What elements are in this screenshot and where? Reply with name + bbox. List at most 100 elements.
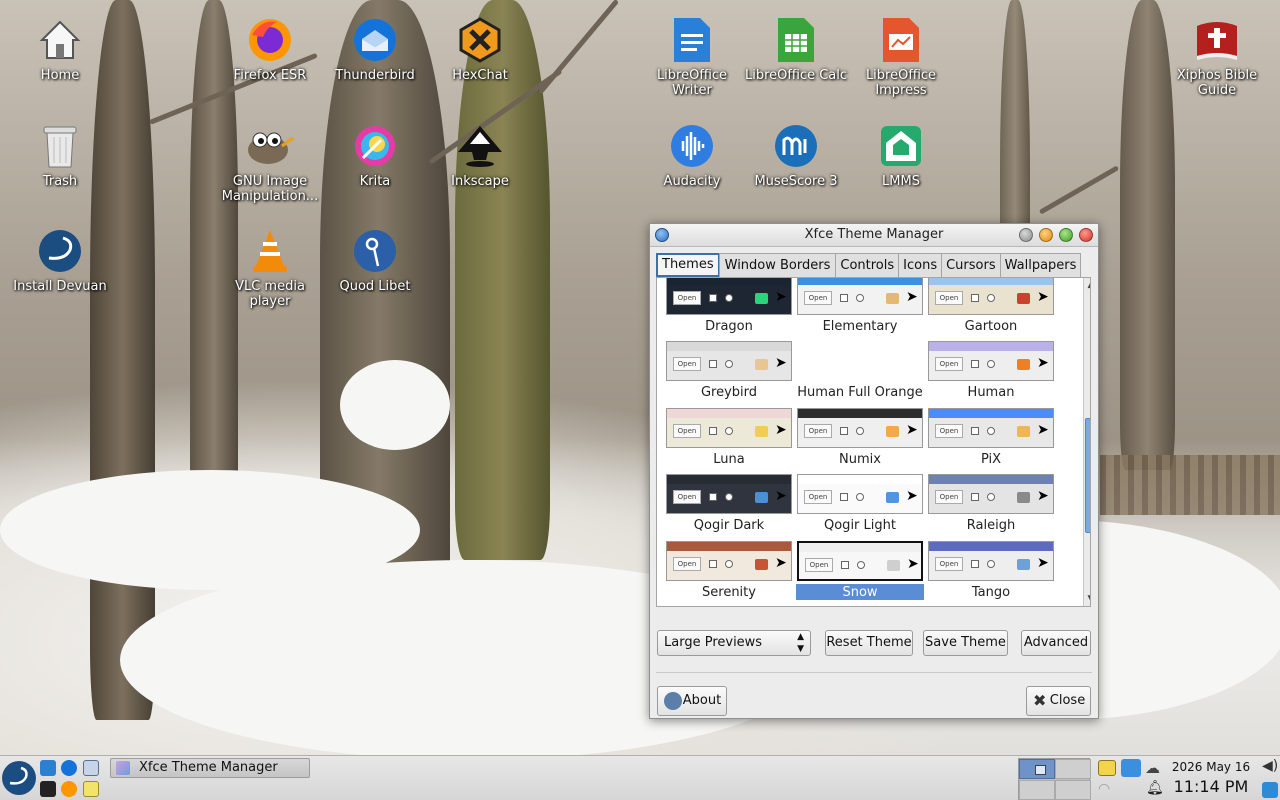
workspace-3[interactable] — [1019, 780, 1055, 800]
weather-tray-icon[interactable]: ☁ — [1145, 759, 1160, 777]
workspace-4[interactable] — [1055, 780, 1091, 800]
preview-radio — [857, 561, 865, 569]
editor-launcher-icon[interactable] — [83, 781, 99, 797]
desktop-icon-libreoffice-impress[interactable]: LibreOffice Impress — [849, 16, 953, 98]
preview-pointer-icon: ➤ — [906, 289, 918, 305]
tab-cursors[interactable]: Cursors — [941, 253, 1001, 277]
theme-name-label: PiX — [980, 452, 1002, 467]
theme-dragon[interactable]: Open ➤ Dragon — [665, 278, 793, 341]
desktop-icon-quodlibet[interactable]: Quod Libet — [323, 227, 427, 294]
desktop-icon-libreoffice-writer[interactable]: LibreOffice Writer — [640, 16, 744, 98]
preview-radio — [725, 294, 733, 302]
clock-label[interactable]: 11:14 PM — [1165, 777, 1257, 796]
preview-checkbox — [971, 360, 979, 368]
theme-serenity[interactable]: Open ➤ Serenity — [665, 541, 793, 606]
desktop-icon-firefox[interactable]: Firefox ESR — [218, 16, 322, 83]
theme-name-label: Dragon — [705, 319, 753, 334]
save-theme-button[interactable]: Save Theme — [923, 630, 1008, 656]
theme-name-label: Human Full Orange — [797, 385, 923, 400]
show-desktop-icon[interactable] — [1262, 782, 1278, 798]
vlc-icon — [246, 227, 294, 275]
volume-icon[interactable]: ◀) — [1262, 758, 1278, 774]
preview-radio — [725, 360, 733, 368]
date-label[interactable]: 2026 May 16 — [1165, 760, 1257, 774]
theme-snow[interactable]: Open ➤ Snow — [796, 541, 924, 606]
preview-open-button: Open — [804, 424, 832, 438]
theme-qogir-light[interactable]: Open ➤ Qogir Light — [796, 474, 924, 540]
about-button[interactable]: About — [657, 686, 727, 716]
preview-radio — [856, 493, 864, 501]
desktop-icon-thunderbird[interactable]: Thunderbird — [323, 16, 427, 83]
window-titlebar[interactable]: Xfce Theme Manager — [650, 224, 1098, 247]
tab-window-borders[interactable]: Window Borders — [718, 253, 837, 277]
file-manager-launcher-icon[interactable] — [40, 760, 56, 776]
workspace-1[interactable] — [1019, 759, 1055, 779]
preview-pointer-icon: ➤ — [1037, 355, 1049, 371]
preview-pointer-icon: ➤ — [1037, 488, 1049, 504]
tab-themes[interactable]: Themes — [656, 253, 720, 277]
firefox-icon — [246, 16, 294, 64]
desktop-icon-xiphos[interactable]: Xiphos Bible Guide — [1165, 16, 1269, 98]
theme-elementary[interactable]: Open ➤ Elementary — [796, 278, 924, 341]
terminal-launcher-icon[interactable] — [40, 781, 56, 797]
theme-human-full-orange[interactable]: Human Full Orange — [796, 341, 924, 407]
workspace-2[interactable] — [1055, 759, 1091, 779]
desktop-icon-krita[interactable]: Krita — [323, 122, 427, 189]
scroll-up-arrow[interactable]: ▲ — [1084, 278, 1090, 292]
vertical-scrollbar[interactable]: ▲ ▼ — [1083, 278, 1090, 606]
scrollbar-thumb[interactable] — [1085, 418, 1090, 533]
desktop-icon-hexchat[interactable]: HexChat — [428, 16, 532, 83]
preview-pointer-icon: ➤ — [775, 488, 787, 504]
workspace-switcher[interactable] — [1018, 758, 1091, 800]
maximize-button[interactable] — [1059, 228, 1073, 242]
advanced-button[interactable]: Advanced — [1021, 630, 1091, 656]
thunderbird-launcher-icon[interactable] — [61, 760, 77, 776]
shade-button[interactable] — [1019, 228, 1033, 242]
preview-folder-icon — [755, 559, 768, 570]
theme-luna[interactable]: Open ➤ Luna — [665, 408, 793, 474]
reset-theme-button[interactable]: Reset Theme — [825, 630, 913, 656]
desktop-icon-lmms[interactable]: LMMS — [849, 122, 953, 189]
close-icon: ✖ — [1033, 691, 1047, 710]
scroll-down-arrow[interactable]: ▼ — [1084, 592, 1090, 606]
theme-tango[interactable]: Open ➤ Tango — [927, 541, 1055, 606]
tab-icons[interactable]: Icons — [898, 253, 943, 277]
minimize-button[interactable] — [1039, 228, 1053, 242]
theme-raleigh[interactable]: Open ➤ Raleigh — [927, 474, 1055, 540]
theme-gartoon[interactable]: Open ➤ Gartoon — [927, 278, 1055, 341]
desktop-icon-inkscape[interactable]: Inkscape — [428, 122, 532, 189]
network-tray-icon[interactable]: ◠ — [1098, 781, 1110, 797]
theme-numix[interactable]: Open ➤ Numix — [796, 408, 924, 474]
theme-preview-image: Open ➤ — [666, 341, 792, 381]
lmms-icon — [877, 122, 925, 170]
desktop-icon-audacity[interactable]: Audacity — [640, 122, 744, 189]
close-button[interactable]: ✖ Close — [1026, 686, 1091, 716]
calculator-launcher-icon[interactable] — [83, 760, 99, 776]
desktop-icon-vlc[interactable]: VLC media player — [218, 227, 322, 309]
theme-preview-grid: Open ➤ Tango Open ➤ Snow Open ➤ Serenity Open ➤ Ral… — [656, 277, 1091, 607]
desktop-icon-gimp[interactable]: GNU Image Manipulation... — [218, 122, 322, 204]
desktop-icon-home[interactable]: Home — [8, 16, 112, 83]
preview-folder-icon — [886, 293, 899, 304]
desktop-icon-install-devuan[interactable]: Install Devuan — [8, 227, 112, 294]
tab-wallpapers[interactable]: Wallpapers — [999, 253, 1082, 277]
applications-menu-button[interactable] — [2, 761, 36, 795]
notes-tray-icon[interactable] — [1098, 760, 1116, 776]
theme-qogir-dark[interactable]: Open ➤ Qogir Dark — [665, 474, 793, 540]
screenshot-tray-icon[interactable] — [1121, 759, 1141, 777]
taskbar-window-button[interactable]: Xfce Theme Manager — [110, 758, 310, 778]
theme-pix[interactable]: Open ➤ PiX — [927, 408, 1055, 474]
theme-greybird[interactable]: Open ➤ Greybird — [665, 341, 793, 407]
tab-controls[interactable]: Controls — [835, 253, 900, 277]
theme-preview-image: Open ➤ — [928, 474, 1054, 514]
desktop-icon-musescore[interactable]: MuseScore 3 — [744, 122, 848, 189]
firefox-launcher-icon[interactable] — [61, 781, 77, 797]
theme-human[interactable]: Open ➤ Human — [927, 341, 1055, 407]
desktop-icon-libreoffice-calc[interactable]: LibreOffice Calc — [744, 16, 848, 83]
notification-bell-icon[interactable]: 🔔︎ — [1146, 780, 1164, 796]
preview-size-select[interactable]: Large Previews ▲ ▼ — [657, 630, 811, 656]
close-window-button[interactable] — [1079, 228, 1093, 242]
desktop-icon-trash[interactable]: Trash — [8, 122, 112, 189]
theme-preview-image: Open ➤ — [666, 541, 792, 581]
hexchat-icon — [456, 16, 504, 64]
